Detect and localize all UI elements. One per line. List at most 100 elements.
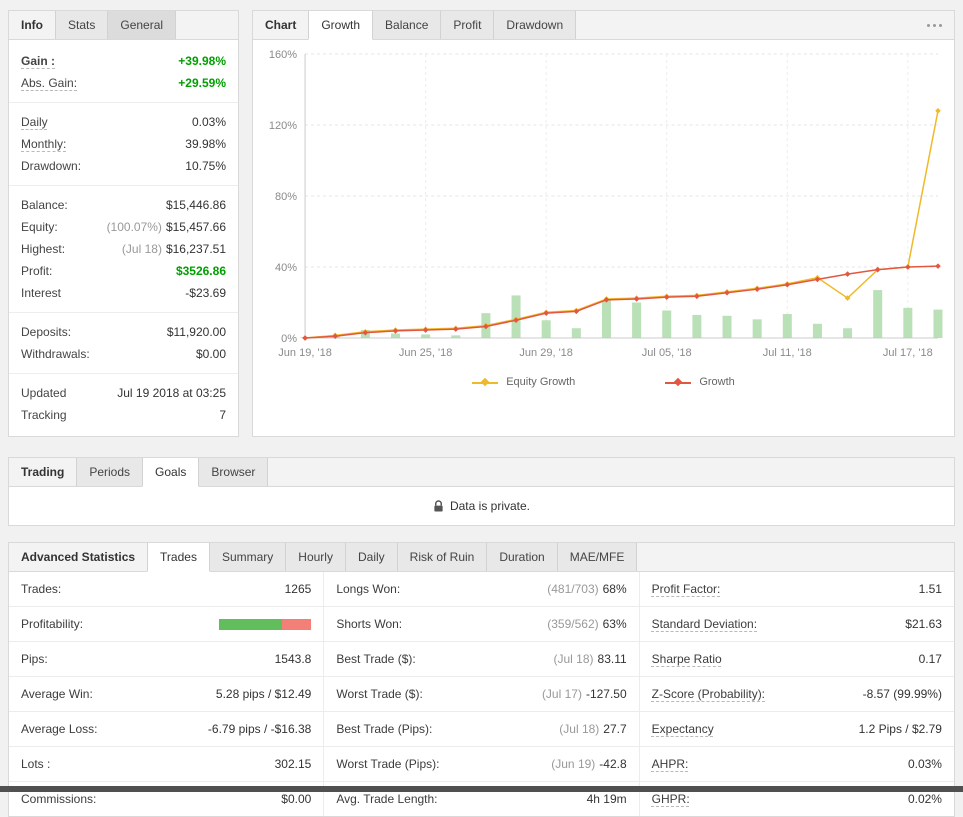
legend-label-equity-growth: Equity Growth <box>506 376 576 388</box>
tab-goals[interactable]: Goals <box>142 458 200 487</box>
svg-text:Jul 05, '18: Jul 05, '18 <box>642 347 692 359</box>
tab-growth[interactable]: Growth <box>308 11 374 40</box>
tab-balance[interactable]: Balance <box>372 11 442 39</box>
profitability-bar-loss <box>281 619 312 631</box>
tabbar-spacer <box>267 458 954 486</box>
table-row: Pips: 1543.8 Best Trade ($): (Jul 18) 83.… <box>9 642 954 677</box>
stat-label: Sharpe Ratio <box>651 652 722 666</box>
info-row-withdrawals: Withdrawals: $0.00 <box>9 343 238 365</box>
stat-cell-expectancy: Expectancy 1.2 Pips / $2.79 <box>640 712 954 746</box>
tabbar-spacer <box>175 11 238 39</box>
stat-value: 5.28 pips / $12.49 <box>215 687 312 701</box>
equity-prefix: (100.07%) <box>106 220 162 234</box>
stat-cell-average-win: Average Win: 5.28 pips / $12.49 <box>9 677 325 711</box>
lock-icon <box>434 499 443 512</box>
tab-browser[interactable]: Browser <box>198 458 269 486</box>
info-row-equity: Equity: (100.07%) $15,457.66 <box>9 216 238 238</box>
tab-stats[interactable]: Stats <box>55 11 109 39</box>
info-row-updated: Updated Jul 19 2018 at 03:25 <box>9 382 238 404</box>
highest-prefix: (Jul 18) <box>121 242 162 256</box>
stat-value: (Jul 17) -127.50 <box>541 687 627 701</box>
stat-label: Average Loss: <box>21 722 98 736</box>
ellipsis-menu-icon[interactable] <box>915 11 954 39</box>
stat-value: 1.51 <box>918 582 942 596</box>
footer-strip <box>0 786 963 792</box>
updated-value: Jul 19 2018 at 03:25 <box>117 386 226 400</box>
stat-label: Worst Trade (Pips): <box>336 757 440 771</box>
tab-chart[interactable]: Chart <box>253 11 308 39</box>
tab-duration[interactable]: Duration <box>486 543 558 571</box>
growth-marker-icon <box>665 377 692 387</box>
stat-cell-worst-trade-pips: Worst Trade (Pips): (Jun 19) -42.8 <box>324 747 640 781</box>
stat-value: (359/562) 63% <box>547 617 627 631</box>
tab-periods[interactable]: Periods <box>76 458 144 486</box>
chart-legend: Equity Growth Growth <box>253 368 954 396</box>
stat-cell-standard-deviation: Standard Deviation: $21.63 <box>640 607 954 641</box>
tab-mae-mfe[interactable]: MAE/MFE <box>556 543 638 571</box>
growth-chart: 0% 40% 80% 120% 160% Jun 19, '18 Jun 25, '18 Ju… <box>269 49 943 359</box>
stat-cell-z-score: Z-Score (Probability): -8.57 (99.99%) <box>640 677 954 711</box>
trading-tabbar: Trading Periods Goals Browser <box>9 458 954 487</box>
stat-label: Standard Deviation: <box>651 617 758 631</box>
withdrawals-value: $0.00 <box>195 347 226 361</box>
gain-label: Gain : <box>21 54 56 68</box>
tab-general[interactable]: General <box>107 11 177 39</box>
tab-profit[interactable]: Profit <box>440 11 495 39</box>
stat-value <box>219 617 312 631</box>
advanced-statistics-panel: Advanced Statistics Trades Summary Hourl… <box>8 542 955 817</box>
tab-daily[interactable]: Daily <box>344 543 398 571</box>
table-row: Average Win: 5.28 pips / $12.49 Worst Tr… <box>9 677 954 712</box>
deposits-value: $11,920.00 <box>166 325 226 339</box>
equity-label: Equity: <box>21 220 58 234</box>
stat-value: (Jun 19) -42.8 <box>551 757 627 771</box>
daily-value: 0.03% <box>191 115 226 129</box>
tab-drawdown[interactable]: Drawdown <box>493 11 577 39</box>
stat-label: Commissions: <box>21 792 97 806</box>
interest-value: -$23.69 <box>185 286 226 300</box>
stat-value: (Jul 18) 83.11 <box>553 652 627 666</box>
trading-panel: Trading Periods Goals Browser Data is pr… <box>8 457 955 526</box>
stat-cell-profitability: Profitability: <box>9 607 325 641</box>
stat-label: Average Win: <box>21 687 93 701</box>
svg-text:120%: 120% <box>269 120 297 132</box>
tab-hourly[interactable]: Hourly <box>285 543 346 571</box>
tab-trades[interactable]: Trades <box>147 543 210 572</box>
stat-cell-longs-won: Longs Won: (481/703) 68% <box>324 572 640 606</box>
stat-cell-lots: Lots : 302.15 <box>9 747 325 781</box>
stat-label: GHPR: <box>651 792 690 806</box>
stat-label: Worst Trade ($): <box>336 687 423 701</box>
stat-prefix: (Jul 18) <box>559 722 600 736</box>
legend-label-growth: Growth <box>699 376 735 388</box>
tabbar-spacer <box>636 543 954 571</box>
stat-cell-profit-factor: Profit Factor: 1.51 <box>640 572 954 606</box>
svg-text:Jul 11, '18: Jul 11, '18 <box>763 347 812 359</box>
withdrawals-label: Withdrawals: <box>21 347 90 361</box>
tab-trading[interactable]: Trading <box>9 458 76 486</box>
info-row-abs-gain: Abs. Gain: +29.59% <box>9 72 238 94</box>
table-row: Profitability: Shorts Won: (359/562) 63% … <box>9 607 954 642</box>
legend-item-equity-growth: Equity Growth <box>472 376 575 388</box>
equity-growth-marker-icon <box>472 377 499 387</box>
stat-value: (Jul 18) 27.7 <box>559 722 627 736</box>
stat-value: 4h 19m <box>586 792 627 806</box>
tab-summary[interactable]: Summary <box>208 543 287 571</box>
page: Info Stats General Gain : +39.98% Abs. G… <box>0 0 963 817</box>
balance-label: Balance: <box>21 198 68 212</box>
info-row-balance: Balance: $15,446.86 <box>9 194 238 216</box>
info-row-profit: Profit: $3526.86 <box>9 260 238 282</box>
tab-advanced-statistics[interactable]: Advanced Statistics <box>9 543 147 571</box>
info-panel: Info Stats General Gain : +39.98% Abs. G… <box>8 10 239 437</box>
updated-label: Updated <box>21 386 67 400</box>
stat-prefix: (359/562) <box>547 617 599 631</box>
drawdown-label: Drawdown: <box>21 159 82 173</box>
stat-cell-worst-trade-usd: Worst Trade ($): (Jul 17) -127.50 <box>324 677 640 711</box>
stat-value: $21.63 <box>905 617 942 631</box>
tab-info[interactable]: Info <box>9 11 55 39</box>
stat-label: Shorts Won: <box>336 617 403 631</box>
table-row: Lots : 302.15 Worst Trade (Pips): (Jun 1… <box>9 747 954 782</box>
stat-cell-pips: Pips: 1543.8 <box>9 642 325 676</box>
info-group-meta: Updated Jul 19 2018 at 03:25 Tracking 7 <box>9 374 238 434</box>
tracking-value: 7 <box>219 408 226 422</box>
tab-risk-of-ruin[interactable]: Risk of Ruin <box>396 543 488 571</box>
stat-label: Best Trade ($): <box>336 652 416 666</box>
